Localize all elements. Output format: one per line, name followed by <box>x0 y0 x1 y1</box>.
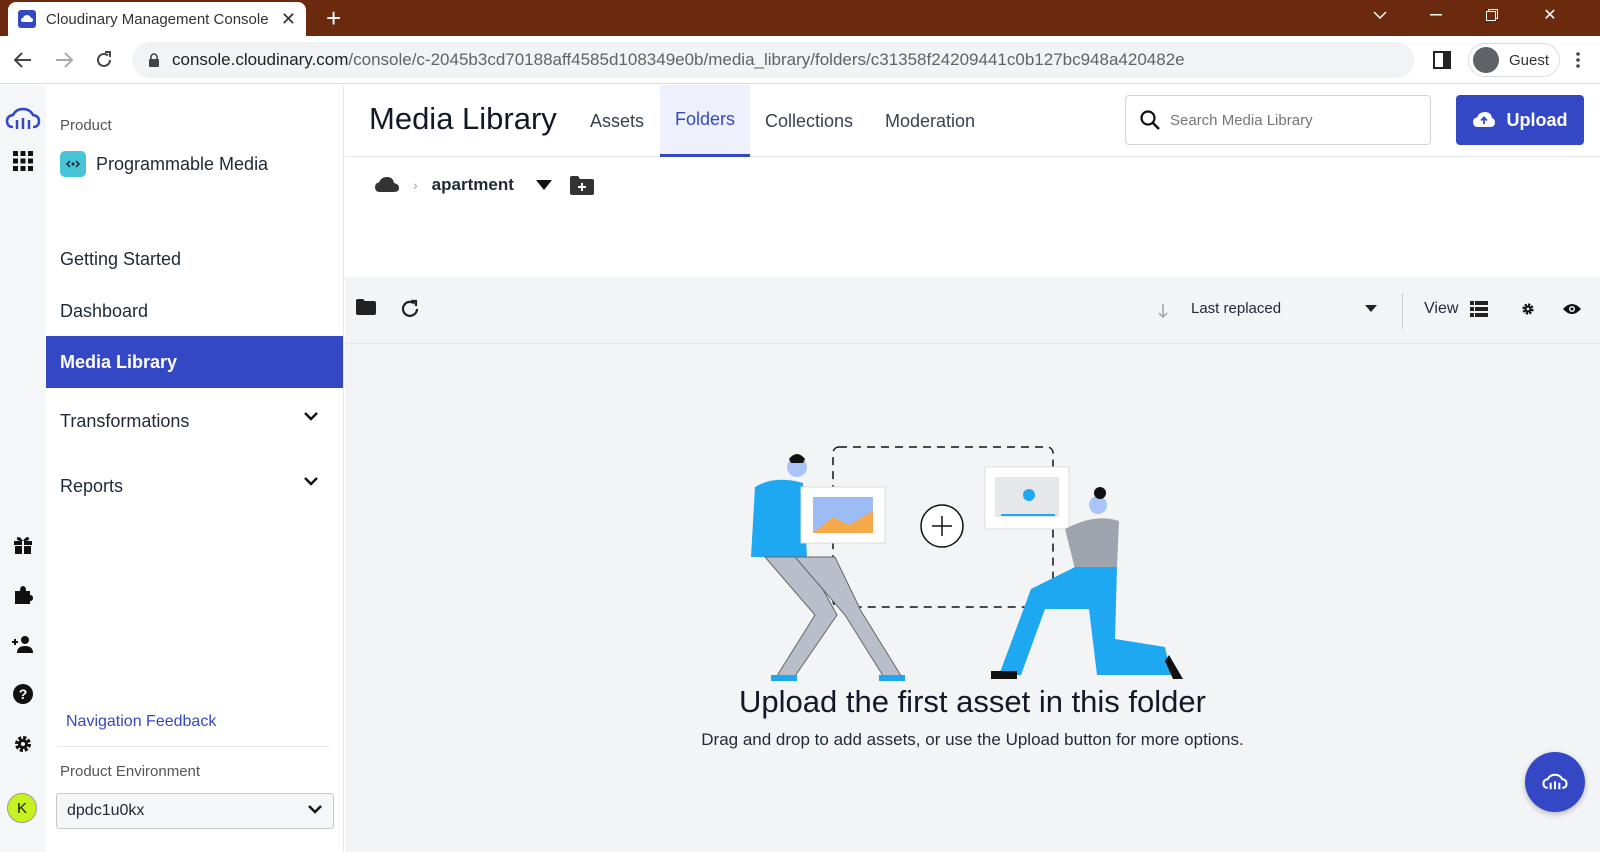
cloudinary-favicon-icon <box>18 10 36 28</box>
product-environment-label: Product Environment <box>60 763 201 780</box>
help-icon[interactable]: ? <box>11 682 35 706</box>
puzzle-icon[interactable] <box>11 583 35 607</box>
browser-menu-icon[interactable] <box>1568 46 1588 74</box>
profile-avatar-icon <box>1473 47 1499 73</box>
sidebar-item-label: Getting Started <box>60 248 182 269</box>
address-bar: console.cloudinary.com/console/c-2045b3c… <box>0 36 1600 84</box>
product-switcher[interactable]: Programmable Media <box>60 151 268 177</box>
search-input[interactable] <box>1170 111 1410 129</box>
url-field[interactable]: console.cloudinary.com/console/c-2045b3c… <box>132 42 1414 78</box>
sort-select[interactable]: Last replaced <box>1191 300 1281 317</box>
page-title: Media Library <box>369 101 557 136</box>
view-label: View <box>1424 300 1459 317</box>
navigation-feedback-link[interactable]: Navigation Feedback <box>66 713 216 731</box>
top-navigation: Media Library Assets Folders Collections… <box>345 85 1600 157</box>
folder-icon[interactable] <box>356 299 376 315</box>
sidebar-item-transformations[interactable]: Transformations <box>46 395 343 447</box>
empty-state: Upload the first asset in this folder Dr… <box>345 344 1600 852</box>
breadcrumb-current-folder: apartment <box>431 175 514 194</box>
upload-button[interactable]: Upload <box>1456 95 1584 145</box>
cloud-upload-icon <box>1472 112 1495 127</box>
url-path: /console/c-2045b3cd70188aff4585d108349e0… <box>348 50 1185 69</box>
breadcrumb-separator-icon: › <box>413 177 418 193</box>
programmable-media-icon <box>60 151 86 177</box>
browser-titlebar: Cloudinary Management Console ✕ + ✕ <box>0 0 1600 36</box>
floating-upload-button[interactable] <box>1525 752 1585 812</box>
profile-button[interactable]: Guest <box>1468 43 1560 77</box>
sidebar-item-label: Reports <box>60 475 124 496</box>
empty-state-title: Upload the first asset in this folder <box>739 684 1206 719</box>
toolbar: Last replaced View <box>345 277 1600 344</box>
sidebar-divider <box>58 746 330 747</box>
product-label: Product <box>60 117 112 134</box>
sidebar: Product Programmable Media Getting Start… <box>46 85 344 852</box>
apps-grid-icon[interactable] <box>11 149 35 173</box>
new-folder-icon[interactable] <box>569 175 594 195</box>
search-icon <box>1140 110 1160 130</box>
tab-moderation[interactable]: Moderation <box>870 85 990 157</box>
url-text: console.cloudinary.com/console/c-2045b3c… <box>172 50 1185 70</box>
sort-direction-icon[interactable] <box>1158 304 1168 318</box>
cloudinary-logo-icon[interactable] <box>5 107 41 131</box>
sidebar-item-dashboard[interactable]: Dashboard <box>46 285 343 337</box>
product-name: Programmable Media <box>96 153 269 174</box>
add-user-icon[interactable] <box>11 632 35 656</box>
sidebar-item-media-library[interactable]: Media Library <box>46 336 343 388</box>
settings-gear-icon[interactable] <box>1521 302 1535 316</box>
empty-state-subtitle: Drag and drop to add assets, or use the … <box>701 730 1244 749</box>
toolbar-divider <box>1402 293 1403 329</box>
chevron-down-icon <box>304 477 318 486</box>
product-environment-value: dpdc1u0kx <box>67 802 145 819</box>
forward-icon[interactable] <box>50 46 78 74</box>
sidebar-item-reports[interactable]: Reports <box>46 460 343 512</box>
sidebar-item-label: Media Library <box>60 351 178 372</box>
minimize-icon[interactable] <box>1416 0 1456 30</box>
tab-search-icon[interactable] <box>1360 0 1400 30</box>
refresh-icon[interactable] <box>400 299 420 319</box>
chevron-down-icon <box>304 412 318 421</box>
reload-icon[interactable] <box>90 46 118 74</box>
caret-down-icon[interactable] <box>535 180 552 190</box>
browser-tab-title: Cloudinary Management Console <box>45 10 269 28</box>
tab-collections[interactable]: Collections <box>750 85 868 157</box>
list-view-icon[interactable] <box>1470 301 1488 317</box>
user-avatar[interactable]: K <box>7 793 37 823</box>
upload-illustration <box>751 446 1183 681</box>
gift-icon[interactable] <box>11 533 35 557</box>
sidebar-item-getting-started[interactable]: Getting Started <box>46 233 343 285</box>
search-box[interactable] <box>1125 95 1431 145</box>
main-content: Media Library Assets Folders Collections… <box>345 85 1600 852</box>
tab-folders[interactable]: Folders <box>660 85 751 157</box>
browser-tab[interactable]: Cloudinary Management Console ✕ <box>8 2 306 36</box>
breadcrumb: › apartment <box>375 175 594 195</box>
url-host: console.cloudinary.com <box>172 50 349 69</box>
back-icon[interactable] <box>9 46 37 74</box>
close-window-icon[interactable]: ✕ <box>1530 0 1570 30</box>
cloud-root-icon[interactable] <box>375 177 399 193</box>
profile-label: Guest <box>1509 51 1550 69</box>
product-environment-select[interactable]: dpdc1u0kx <box>56 793 334 829</box>
new-tab-icon[interactable]: + <box>326 4 341 32</box>
svg-text:?: ? <box>19 686 28 702</box>
chevron-down-icon[interactable] <box>1365 305 1377 312</box>
cloudinary-cloud-icon <box>1542 773 1568 790</box>
chevron-down-icon <box>308 805 322 814</box>
side-panel-icon[interactable] <box>1428 46 1456 74</box>
sidebar-item-label: Transformations <box>60 410 190 431</box>
restore-icon[interactable] <box>1472 0 1512 30</box>
lock-icon <box>149 53 159 67</box>
icon-rail: ? K <box>0 85 46 852</box>
tab-assets[interactable]: Assets <box>575 85 659 157</box>
eye-icon[interactable] <box>1563 303 1581 315</box>
upload-label: Upload <box>1506 109 1568 130</box>
gear-icon[interactable] <box>11 732 35 756</box>
sidebar-item-label: Dashboard <box>60 300 149 321</box>
close-tab-icon[interactable]: ✕ <box>281 9 296 30</box>
